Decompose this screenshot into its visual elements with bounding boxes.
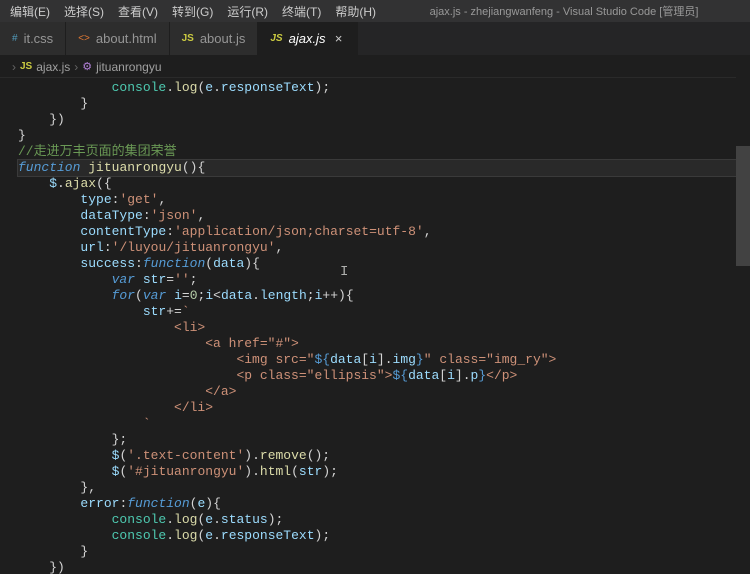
window-title: ajax.js - zhejiangwanfeng - Visual Studi… — [382, 3, 746, 19]
editor-tab[interactable]: # it.css — [0, 22, 66, 55]
code-line[interactable]: <p class="ellipsis">${data[i].p}</p> — [18, 368, 750, 384]
code-line[interactable]: for(var i=0;i<data.length;i++){ — [18, 288, 750, 304]
menu-item[interactable]: 选择(S) — [58, 1, 110, 22]
code-line[interactable]: console.log(e.responseText); — [18, 528, 750, 544]
code-line[interactable]: url:'/luyou/jituanrongyu', — [18, 240, 750, 256]
chevron-right-icon: › — [74, 60, 78, 74]
code-line[interactable]: <img src="${data[i].img}" class="img_ry"… — [18, 352, 750, 368]
code-line[interactable]: type:'get', — [18, 192, 750, 208]
code-line[interactable]: error:function(e){ — [18, 496, 750, 512]
code-line[interactable]: $('#jituanrongyu').html(str); — [18, 464, 750, 480]
code-line[interactable]: } — [18, 544, 750, 560]
tab-label: about.js — [200, 31, 246, 46]
code-line[interactable]: }) — [18, 560, 750, 574]
breadcrumb-item[interactable]: ajax.js — [36, 60, 70, 74]
code-line[interactable]: //走进万丰页面的集团荣誉 — [18, 144, 750, 160]
code-line[interactable]: </a> — [18, 384, 750, 400]
code-line[interactable]: } — [18, 128, 750, 144]
code-line[interactable]: success:function(data){ — [18, 256, 750, 272]
js-file-icon: JS — [20, 61, 32, 72]
editor[interactable]: I console.log(e.responseText); } })}//走进… — [0, 78, 750, 574]
code-line[interactable]: function jituanrongyu(){ — [18, 160, 750, 176]
menu-item[interactable]: 转到(G) — [166, 1, 219, 22]
code-line[interactable]: var str=''; — [18, 272, 750, 288]
text-cursor-icon: I — [340, 264, 348, 280]
function-icon: ⚙ — [82, 60, 92, 73]
code-line[interactable]: console.log(e.status); — [18, 512, 750, 528]
code-line[interactable]: dataType:'json', — [18, 208, 750, 224]
scrollbar-thumb[interactable] — [736, 146, 750, 266]
editor-tab[interactable]: JS about.js — [170, 22, 259, 55]
js-file-icon: JS — [270, 33, 282, 44]
menubar: 编辑(E)选择(S)查看(V)转到(G)运行(R)终端(T)帮助(H) — [4, 1, 382, 22]
menu-item[interactable]: 查看(V) — [112, 1, 164, 22]
code-line[interactable]: str+=` — [18, 304, 750, 320]
tabbar: # it.css <> about.html JS about.js JS ajax.js × — [0, 22, 750, 56]
code-line[interactable]: <a href="#"> — [18, 336, 750, 352]
tab-label: ajax.js — [289, 31, 326, 46]
code-line[interactable]: $.ajax({ — [18, 176, 750, 192]
tab-label: it.css — [24, 31, 54, 46]
html-file-icon: <> — [78, 33, 90, 44]
code-line[interactable]: }; — [18, 432, 750, 448]
tab-label: about.html — [96, 31, 157, 46]
code-line[interactable]: <li> — [18, 320, 750, 336]
menu-item[interactable]: 终端(T) — [276, 1, 327, 22]
menu-item[interactable]: 帮助(H) — [329, 1, 382, 22]
js-file-icon: JS — [182, 33, 194, 44]
chevron-right-icon: › — [12, 60, 16, 74]
close-icon[interactable]: × — [331, 32, 345, 46]
editor-tab[interactable]: <> about.html — [66, 22, 169, 55]
code-line[interactable]: </li> — [18, 400, 750, 416]
breadcrumb-item[interactable]: jituanrongyu — [96, 60, 161, 74]
menu-item[interactable]: 编辑(E) — [4, 1, 56, 22]
code-line[interactable]: $('.text-content').remove(); — [18, 448, 750, 464]
code-line[interactable]: console.log(e.responseText); — [18, 80, 750, 96]
code-line[interactable]: }, — [18, 480, 750, 496]
code-line[interactable]: ` — [18, 416, 750, 432]
code-line[interactable]: }) — [18, 112, 750, 128]
editor-tab[interactable]: JS ajax.js × — [258, 22, 358, 55]
menu-item[interactable]: 运行(R) — [221, 1, 274, 22]
css-file-icon: # — [12, 33, 18, 44]
vertical-scrollbar[interactable] — [736, 56, 750, 566]
breadcrumb[interactable]: › JS ajax.js › ⚙ jituanrongyu — [0, 56, 750, 78]
titlebar: 编辑(E)选择(S)查看(V)转到(G)运行(R)终端(T)帮助(H) ajax… — [0, 0, 750, 22]
vscode-window: 编辑(E)选择(S)查看(V)转到(G)运行(R)终端(T)帮助(H) ajax… — [0, 0, 750, 574]
code-line[interactable]: contentType:'application/json;charset=ut… — [18, 224, 750, 240]
code-line[interactable]: } — [18, 96, 750, 112]
